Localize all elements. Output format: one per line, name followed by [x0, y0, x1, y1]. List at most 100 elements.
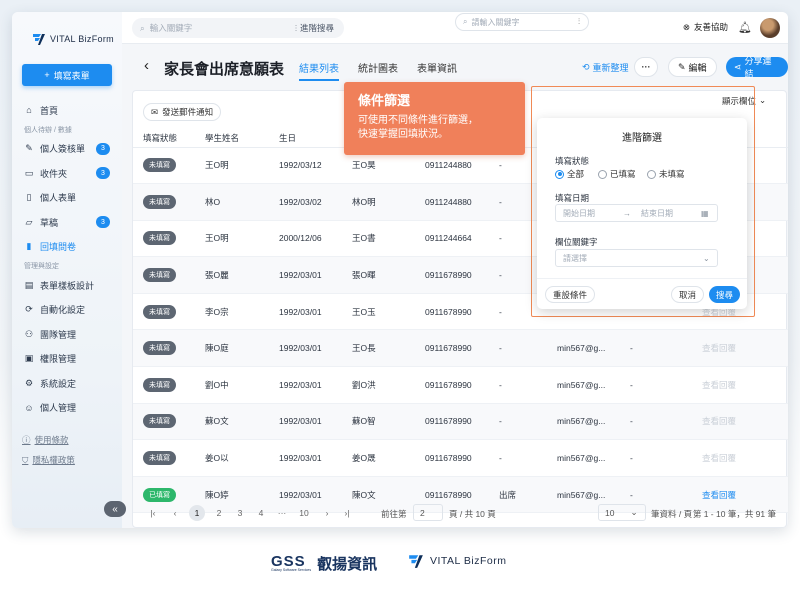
- column-header[interactable]: 生日: [269, 129, 342, 148]
- sidebar-item-personal-forms[interactable]: ▯ 個人表單: [12, 186, 122, 211]
- sidebar-item-home[interactable]: ⌂ 首頁: [12, 98, 122, 123]
- logo-text: VITAL BizForm: [50, 34, 114, 44]
- table-cell-parent: 姜O晟: [342, 439, 415, 477]
- sidebar-item-approvals[interactable]: ✎ 個人簽核單 3: [12, 137, 122, 162]
- survey-icon: ▮: [26, 241, 32, 252]
- view-reply-link[interactable]: 查看回覆: [702, 453, 736, 463]
- table-cell-note: -: [620, 439, 692, 477]
- view-reply-link[interactable]: 查看回覆: [702, 416, 736, 426]
- sidebar-item-permissions[interactable]: ▣ 權限管理: [12, 347, 122, 372]
- next-page-icon[interactable]: ›: [319, 505, 335, 521]
- form-icon: ▯: [26, 192, 32, 203]
- table-cell-name: 陳O庭: [195, 329, 269, 368]
- terms-link[interactable]: ⓘ 使用條款: [22, 434, 69, 446]
- page-button[interactable]: 1: [189, 505, 205, 521]
- avatar[interactable]: [760, 18, 780, 38]
- sidebar-nav: ⌂ 首頁 個人待辦 / 數據 ✎ 個人簽核單 3 ▭ 收件夾 3 ▯ 個人表單 ▱ 草稿 3 ▮…: [12, 98, 122, 420]
- count-badge: 3: [96, 142, 110, 155]
- table-cell-parent: 蘇O智: [342, 403, 415, 441]
- page-button[interactable]: 3: [232, 505, 248, 521]
- status-badge: 未填寫: [143, 304, 176, 319]
- table-row[interactable]: 未填寫 陳O庭 1992/03/01 王O長 0911678990- min567@g..…: [133, 329, 788, 368]
- table-row[interactable]: 未填寫 劉O中 1992/03/01 劉O洪 0911678990- min567@g..…: [133, 366, 788, 404]
- privacy-link[interactable]: ⛉ 隱私權政策: [22, 454, 75, 466]
- radio-label: 全部: [567, 169, 585, 179]
- back-icon[interactable]: ‹: [144, 57, 149, 74]
- search-button[interactable]: 搜尋: [709, 286, 741, 303]
- table-cell-note: -: [620, 403, 692, 441]
- template-icon: ▤: [24, 279, 34, 290]
- mail-icon: ✉: [151, 106, 159, 117]
- sidebar-item-label: 草稿: [40, 217, 59, 228]
- field-keyword-select[interactable]: 請選擇 ⌄: [555, 249, 718, 267]
- sidebar-item-team[interactable]: ⚇ 團隊管理: [12, 322, 122, 347]
- tab-statistics[interactable]: 統計圖表: [358, 60, 398, 75]
- view-reply-link[interactable]: 查看回覆: [702, 343, 736, 353]
- filter-icon[interactable]: ⫶: [578, 17, 580, 27]
- table-row[interactable]: 未填寫 蘇O文 1992/03/01 蘇O智 0911678990- min567@g..…: [133, 403, 788, 441]
- status-radio-filled[interactable]: 已填寫: [598, 168, 636, 180]
- last-page-icon[interactable]: ›|: [339, 505, 355, 521]
- send-email-button[interactable]: ✉ 發送郵件通知: [143, 103, 222, 121]
- column-header[interactable]: 填寫狀態: [133, 129, 195, 148]
- date-filter-label: 填寫日期: [555, 193, 590, 203]
- status-radio-unfilled[interactable]: 未填寫: [647, 168, 685, 180]
- share-link-button[interactable]: ⋖ 分享連結: [726, 56, 788, 79]
- page-button[interactable]: 2: [211, 505, 227, 521]
- table-cell-parent: 張O暉: [342, 256, 415, 294]
- sidebar-item-settings[interactable]: ⚙ 系統設定: [12, 371, 122, 396]
- global-search-input[interactable]: ⌕ 輸入關鍵字 ⫶ 進階搜尋: [132, 18, 344, 38]
- date-end-placeholder: 結束日期: [641, 208, 673, 218]
- sidebar-item-templates[interactable]: ▤ 表單樣板設計: [12, 273, 122, 298]
- column-header[interactable]: 學生姓名: [195, 129, 269, 148]
- prev-page-icon[interactable]: ‹: [167, 505, 183, 521]
- table-cell-phone: 0911678990: [415, 293, 489, 331]
- plus-icon: +: [44, 70, 50, 80]
- reset-filter-button[interactable]: 重設條件: [545, 286, 596, 303]
- results-search-input[interactable]: ⌕ 請輸入關鍵字 ⫶: [455, 13, 589, 31]
- sidebar-item-profile[interactable]: ☺ 個人管理: [12, 396, 122, 421]
- table-cell-status: 未填寫: [133, 183, 195, 221]
- sidebar-item-automation[interactable]: ⟳ 自動化設定: [12, 298, 122, 323]
- tab-form-info[interactable]: 表單資訊: [417, 60, 457, 75]
- edit-label: 編輯: [688, 62, 707, 73]
- status-radio-all[interactable]: 全部: [555, 168, 584, 180]
- sidebar-item-label: 首頁: [40, 105, 59, 116]
- advanced-search-button[interactable]: ⫶ 進階搜尋: [295, 22, 334, 34]
- status-badge: 未填寫: [143, 268, 176, 283]
- table-row[interactable]: 未填寫 姜O以 1992/03/01 姜O晟 0911678990- min567@g..…: [133, 439, 788, 477]
- collapse-sidebar-button[interactable]: «: [104, 501, 126, 517]
- edit-button[interactable]: ✎ 編輯: [668, 57, 717, 77]
- sidebar-item-drafts[interactable]: ▱ 草稿 3: [12, 210, 122, 235]
- goto-page-input[interactable]: 2: [413, 504, 443, 521]
- table-cell-phone: 0911244664: [415, 220, 489, 258]
- sidebar-item-label: 個人表單: [40, 193, 77, 204]
- first-page-icon[interactable]: |‹: [145, 505, 161, 521]
- more-button[interactable]: ···: [634, 57, 658, 77]
- fill-form-button[interactable]: + 填寫表單: [22, 64, 112, 86]
- info-icon: ⓘ: [22, 435, 31, 445]
- table-cell-status: 未填寫: [133, 439, 195, 477]
- automation-icon: ⟳: [25, 304, 33, 315]
- tab-results[interactable]: 結果列表: [299, 60, 339, 81]
- date-range-input[interactable]: 開始日期 → 結束日期 ▦: [555, 204, 718, 222]
- share-icon: ⋖: [734, 61, 742, 72]
- page-button[interactable]: 10: [296, 505, 312, 521]
- cancel-button[interactable]: 取消: [671, 286, 705, 303]
- table-cell-birthday: 1992/03/12: [269, 147, 342, 185]
- page-button[interactable]: 4: [253, 505, 269, 521]
- table-cell-status: 未填寫: [133, 293, 195, 331]
- table-cell-parent: 王O書: [342, 220, 415, 258]
- logo[interactable]: VITAL BizForm: [32, 32, 114, 46]
- sidebar-item-inbox[interactable]: ▭ 收件夾 3: [12, 161, 122, 186]
- table-cell-birthday: 1992/03/01: [269, 329, 342, 368]
- page-size-select[interactable]: 10 ⌄: [598, 504, 646, 521]
- status-badge: 未填寫: [143, 451, 176, 466]
- refresh-button[interactable]: ⟲ 重新整理: [582, 57, 629, 77]
- help-button[interactable]: ⊗ 友善協助: [683, 21, 728, 33]
- terms-label: 使用條款: [34, 435, 69, 445]
- view-reply-link[interactable]: 查看回覆: [702, 380, 736, 390]
- table-cell-parent: 林O明: [342, 183, 415, 221]
- bell-icon[interactable]: 🔔︎: [738, 21, 752, 34]
- sidebar-item-survey[interactable]: ▮ 回填問卷: [12, 235, 122, 260]
